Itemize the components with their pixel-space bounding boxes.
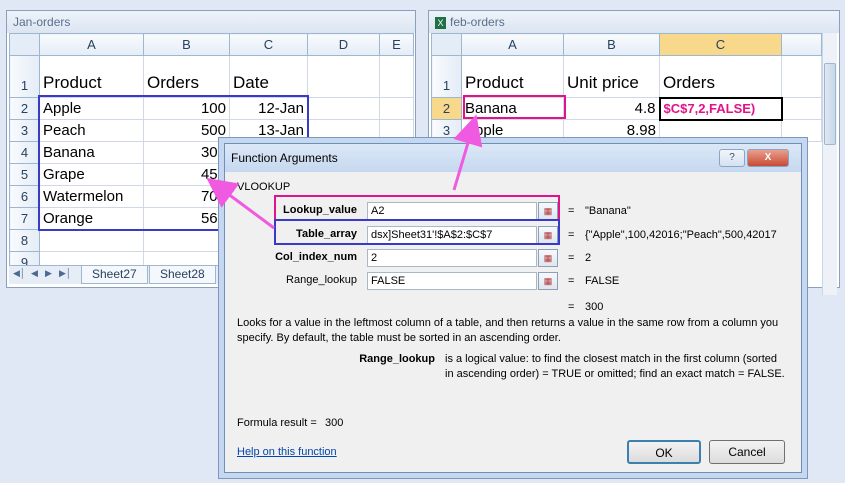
jan-orders-title: Jan-orders [7, 11, 415, 33]
col-header-b[interactable]: B [563, 33, 660, 56]
cell[interactable]: Product [461, 55, 564, 98]
cell[interactable] [781, 119, 822, 142]
close-button[interactable]: X [747, 149, 789, 167]
cell[interactable] [659, 119, 782, 142]
next-sheet-icon[interactable]: ▶ [45, 268, 52, 279]
row-header[interactable]: 7 [9, 207, 40, 230]
active-cell[interactable]: $C$7,2,FALSE) [658, 96, 783, 121]
cell[interactable]: Orders [143, 55, 230, 98]
cancel-button[interactable]: Cancel [709, 440, 785, 464]
row-header[interactable]: 1 [431, 55, 462, 98]
col-header-d[interactable]: D [307, 33, 380, 56]
function-name: VLOOKUP [237, 181, 291, 193]
prev-sheet-icon[interactable]: ◀ [31, 268, 38, 279]
cell[interactable]: Date [229, 55, 308, 98]
eq-sign: = [568, 252, 575, 264]
cell[interactable] [379, 119, 414, 142]
col-header-c[interactable]: C [229, 33, 308, 56]
scrollbar-thumb[interactable] [824, 63, 836, 145]
function-arguments-dialog: Function Arguments ? X VLOOKUP Lookup_va… [224, 143, 802, 473]
cell[interactable]: Product [39, 55, 144, 98]
collapse-dialog-icon[interactable]: ▦ [538, 249, 558, 267]
eq-sign: = [568, 205, 575, 217]
formula-result-value: 300 [325, 417, 344, 429]
col-header-a[interactable]: A [461, 33, 564, 56]
sheet-tab-bar: ◀│ ◀ ▶ ▶│ Sheet27 Sheet28 [9, 265, 224, 284]
collapse-dialog-icon[interactable]: ▦ [538, 272, 558, 290]
col-header-c[interactable]: C [659, 33, 782, 56]
cell[interactable]: 4.8 [563, 97, 660, 120]
function-total-result: 300 [585, 301, 604, 313]
cell[interactable] [781, 97, 822, 120]
arg-result: 2 [585, 252, 592, 264]
range-lookup-input[interactable]: FALSE [367, 272, 537, 290]
help-button[interactable]: ? [719, 149, 745, 167]
cell[interactable] [143, 229, 230, 252]
row-header[interactable]: 2 [9, 97, 40, 120]
cell[interactable]: Apple [461, 119, 564, 142]
formula-result-label: Formula result = [237, 417, 317, 429]
feb-orders-title-text: feb-orders [450, 15, 505, 29]
cell[interactable] [307, 119, 380, 142]
ok-button[interactable]: OK [627, 440, 701, 464]
row-header[interactable]: 3 [9, 119, 40, 142]
vertical-scrollbar[interactable] [822, 33, 837, 295]
row-header[interactable]: 2 [431, 97, 462, 120]
cell[interactable] [379, 55, 414, 98]
eq-sign: = [568, 229, 575, 241]
feb-orders-title: Xfeb-orders [429, 11, 839, 33]
lookup-cell-highlight [463, 95, 566, 119]
col-header-e[interactable]: E [379, 33, 414, 56]
cell[interactable] [379, 97, 414, 120]
cell[interactable] [781, 55, 822, 98]
last-sheet-icon[interactable]: ▶│ [59, 268, 72, 279]
eq-sign: = [568, 275, 575, 287]
arg-label-range-lookup: Range_lookup [286, 274, 357, 286]
cell[interactable] [307, 55, 380, 98]
first-sheet-icon[interactable]: ◀│ [13, 268, 26, 279]
arg-result: FALSE [585, 275, 620, 287]
row-header[interactable]: 3 [431, 119, 462, 142]
tab-sheet28[interactable]: Sheet28 [149, 266, 216, 284]
feb-grid: A B C 1 Product Unit price Orders 2 Bana… [431, 33, 822, 142]
arg-help-description: is a logical value: to find the closest … [445, 353, 785, 380]
table-array-highlight [274, 219, 560, 245]
col-header-d[interactable] [781, 33, 822, 56]
function-description: Looks for a value in the leftmost column… [237, 317, 779, 344]
col-header-b[interactable]: B [143, 33, 230, 56]
col-header-a[interactable]: A [39, 33, 144, 56]
cell[interactable]: Orders [659, 55, 782, 98]
row-header[interactable]: 4 [9, 141, 40, 164]
eq-sign: = [568, 301, 575, 313]
cell[interactable]: 8.98 [563, 119, 660, 142]
lookup-value-highlight [274, 195, 560, 221]
row-header[interactable]: 5 [9, 163, 40, 186]
arg-result: {"Apple",100,42016;"Peach",500,42017 [585, 229, 777, 241]
corner-cell[interactable] [431, 33, 462, 56]
dialog-title: Function Arguments [225, 144, 801, 172]
arg-help-name: Range_lookup [359, 353, 435, 365]
help-on-function-link[interactable]: Help on this function [237, 446, 337, 458]
arg-result: "Banana" [585, 205, 631, 217]
row-header[interactable]: 1 [9, 55, 40, 98]
cell[interactable] [307, 97, 380, 120]
col-index-input[interactable]: 2 [367, 249, 537, 267]
corner-cell[interactable] [9, 33, 40, 56]
arg-label-col-index: Col_index_num [275, 251, 357, 263]
row-header[interactable]: 6 [9, 185, 40, 208]
tab-sheet27[interactable]: Sheet27 [81, 266, 148, 284]
row-header[interactable]: 8 [9, 229, 40, 252]
cell[interactable]: Unit price [563, 55, 660, 98]
excel-icon: X [435, 16, 446, 29]
cell[interactable] [39, 229, 144, 252]
